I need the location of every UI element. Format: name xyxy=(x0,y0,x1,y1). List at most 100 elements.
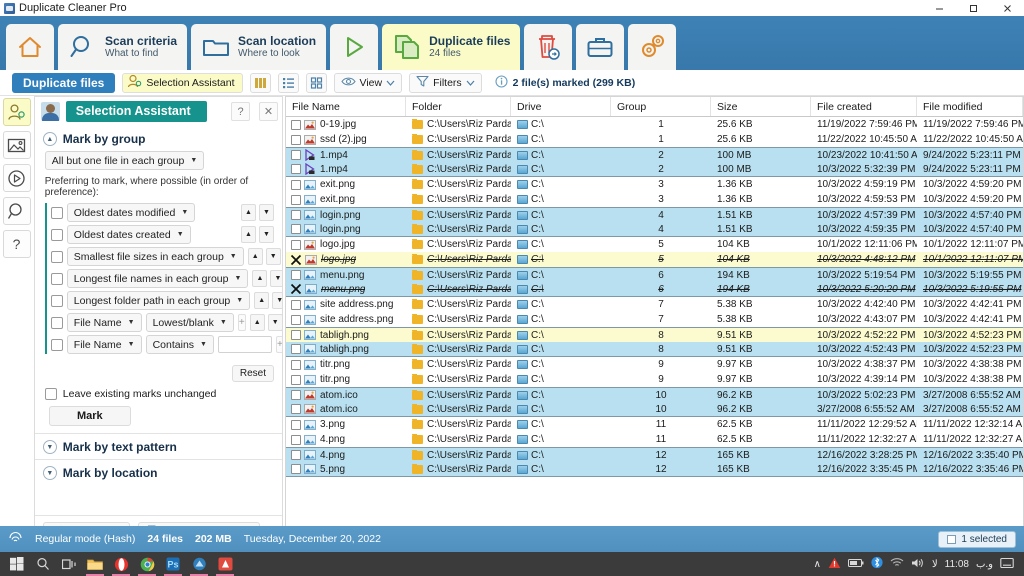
criteria-checkbox[interactable] xyxy=(50,338,63,351)
move-up-button[interactable]: ▲ xyxy=(254,292,270,309)
group-mode-select[interactable]: All but one file in each group ▼ xyxy=(44,151,205,170)
row-checkbox[interactable] xyxy=(291,359,301,370)
row-checkbox[interactable] xyxy=(291,134,301,145)
taskbar-item-start[interactable] xyxy=(4,552,30,576)
ribbon-tab-scan-criteria[interactable]: Scan criteria What to find xyxy=(58,24,188,70)
criteria-select-primary[interactable]: File Name ▼ xyxy=(66,313,142,332)
row-checkbox[interactable] xyxy=(291,390,301,400)
ribbon-tab-home[interactable] xyxy=(6,24,54,70)
table-row[interactable]: 5.png C:\Users\Riz Pardazande C:\ 12 165 KB 1… xyxy=(286,462,1023,477)
ribbon-tab-tools[interactable] xyxy=(576,24,625,70)
mark-by-group-header[interactable]: ▲ Mark by group xyxy=(35,126,282,151)
filters-dropdown[interactable]: Filters xyxy=(409,72,482,93)
reset-button[interactable]: Reset xyxy=(231,365,274,382)
minimize-button[interactable] xyxy=(922,0,956,16)
mark-button[interactable]: Mark xyxy=(48,406,131,426)
column-header-group[interactable]: Group xyxy=(611,97,711,116)
table-row[interactable]: tabligh.png C:\Users\Riz Pardazande C:\ 8 9.… xyxy=(286,327,1023,342)
row-checkbox[interactable] xyxy=(291,194,301,205)
table-row[interactable]: site address.png C:\Users\Riz Pardazande C… xyxy=(286,312,1023,327)
maximize-button[interactable] xyxy=(956,0,990,16)
marked-x-icon[interactable] xyxy=(290,283,302,295)
move-down-button[interactable]: ▼ xyxy=(265,248,281,265)
tray-language[interactable]: لا xyxy=(932,559,938,570)
row-checkbox[interactable] xyxy=(291,314,301,325)
row-checkbox[interactable] xyxy=(291,344,301,354)
taskbar-item-file-explorer[interactable] xyxy=(82,552,108,576)
warning-icon[interactable] xyxy=(828,557,841,572)
table-row[interactable]: 4.png C:\Users\Riz Pardazande C:\ 12 165 KB 1… xyxy=(286,447,1023,462)
view-dropdown[interactable]: View xyxy=(333,72,403,93)
bluetooth-icon[interactable] xyxy=(871,556,883,572)
criteria-checkbox[interactable] xyxy=(50,250,63,263)
criteria-checkbox[interactable] xyxy=(50,206,63,219)
table-row[interactable]: menu.png C:\Users\Riz Pardazande C:\ 6 194 K… xyxy=(286,267,1023,282)
criteria-checkbox[interactable] xyxy=(50,316,63,329)
ribbon-tab-scan-location[interactable]: Scan location Where to look xyxy=(191,24,327,70)
row-checkbox[interactable] xyxy=(291,119,301,130)
criteria-select-primary[interactable]: File Name ▼ xyxy=(66,335,142,354)
view-grid-button[interactable] xyxy=(305,72,327,93)
table-row[interactable]: 0-19.jpg C:\Users\Riz Pardazande C:\ 1 25.6 … xyxy=(286,117,1023,132)
close-button[interactable] xyxy=(990,0,1024,16)
criteria-select-secondary[interactable]: Contains ▼ xyxy=(145,335,214,354)
marked-x-icon[interactable] xyxy=(290,254,302,266)
row-checkbox[interactable] xyxy=(291,224,301,234)
table-row[interactable]: atom.ico C:\Users\Riz Pardazande C:\ 10 96.2… xyxy=(286,387,1023,402)
column-header-file-name[interactable]: File Name xyxy=(286,97,406,116)
taskbar-item-duplicate-cleaner[interactable] xyxy=(212,552,238,576)
selected-badge[interactable]: 1 selected xyxy=(938,530,1016,548)
row-checkbox[interactable] xyxy=(291,299,301,310)
criteria-checkbox[interactable] xyxy=(50,228,63,241)
rail-item-search[interactable] xyxy=(2,197,31,225)
taskbar-item-search[interactable] xyxy=(30,552,56,576)
rail-item-help[interactable]: ? xyxy=(2,230,31,258)
rail-item-media-player[interactable] xyxy=(2,164,31,192)
view-columns-button[interactable] xyxy=(249,72,271,93)
move-up-button[interactable]: ▲ xyxy=(241,204,256,221)
taskbar-item-task-view[interactable] xyxy=(56,552,82,576)
row-checkbox[interactable] xyxy=(291,150,301,160)
table-row[interactable]: tabligh.png C:\Users\Riz Pardazande C:\ 8 9.… xyxy=(286,342,1023,357)
column-header-size[interactable]: Size xyxy=(711,97,811,116)
table-row[interactable]: ssd (2).jpg C:\Users\Riz Pardazande C:\ 1 25… xyxy=(286,132,1023,147)
criteria-select-secondary[interactable]: Lowest/blank ▼ xyxy=(145,313,234,332)
criteria-select-primary[interactable]: Oldest dates modified ▼ xyxy=(66,203,196,222)
criteria-select-primary[interactable]: Smallest file sizes in each group ▼ xyxy=(66,247,244,266)
taskbar-item-app-8[interactable] xyxy=(186,552,212,576)
criteria-checkbox[interactable] xyxy=(50,272,63,285)
move-up-button[interactable]: ▲ xyxy=(241,226,256,243)
table-row[interactable]: titr.png C:\Users\Riz Pardazande C:\ 9 9.97 … xyxy=(286,372,1023,387)
panel-help-button[interactable]: ? xyxy=(231,102,250,121)
tray-clock-date[interactable]: و.ب xyxy=(976,559,993,570)
column-header-file-created[interactable]: File created xyxy=(811,97,917,116)
criteria-select-primary[interactable]: Longest file names in each group ▼ xyxy=(66,269,249,288)
view-list-button[interactable] xyxy=(277,72,299,93)
table-row[interactable]: 3.png C:\Users\Riz Pardazande C:\ 11 62.5 KB… xyxy=(286,417,1023,432)
volume-icon[interactable] xyxy=(911,557,925,572)
mark-by-text-pattern-header[interactable]: ▼ Mark by text pattern xyxy=(35,434,282,459)
column-header-folder[interactable]: Folder xyxy=(406,97,511,116)
battery-icon[interactable] xyxy=(847,558,864,571)
selection-assistant-button[interactable]: Selection Assistant xyxy=(122,72,243,93)
ribbon-tab-settings[interactable] xyxy=(628,24,677,70)
row-checkbox[interactable] xyxy=(291,374,301,385)
table-row[interactable]: login.png C:\Users\Riz Pardazande C:\ 4 1.51… xyxy=(286,207,1023,222)
table-row[interactable]: logo.jpg C:\Users\Riz Pardazande C:\ 5 104 K… xyxy=(286,252,1023,267)
criteria-text-input[interactable] xyxy=(217,336,272,353)
row-checkbox[interactable] xyxy=(291,450,301,460)
table-row[interactable]: site address.png C:\Users\Riz Pardazande C… xyxy=(286,297,1023,312)
table-row[interactable]: 4.png C:\Users\Riz Pardazande C:\ 11 62.5 KB… xyxy=(286,432,1023,447)
table-row[interactable]: titr.png C:\Users\Riz Pardazande C:\ 9 9.97 … xyxy=(286,357,1023,372)
panel-close-button[interactable]: ✕ xyxy=(259,102,278,121)
table-row[interactable]: exit.png C:\Users\Riz Pardazande C:\ 3 1.36 … xyxy=(286,177,1023,192)
criteria-checkbox[interactable] xyxy=(50,294,63,307)
wifi-icon[interactable] xyxy=(890,557,904,571)
table-row[interactable]: exit.png C:\Users\Riz Pardazande C:\ 3 1.36 … xyxy=(286,192,1023,207)
duplicate-files-button[interactable]: Duplicate files xyxy=(12,72,116,93)
ribbon-tab-duplicate-files[interactable]: Duplicate files 24 files xyxy=(382,24,521,70)
move-up-button[interactable]: ▲ xyxy=(247,248,263,265)
row-checkbox[interactable] xyxy=(291,164,301,174)
tray-clock-time[interactable]: 11:08 xyxy=(945,559,969,570)
mark-by-location-header[interactable]: ▼ Mark by location xyxy=(35,460,282,485)
